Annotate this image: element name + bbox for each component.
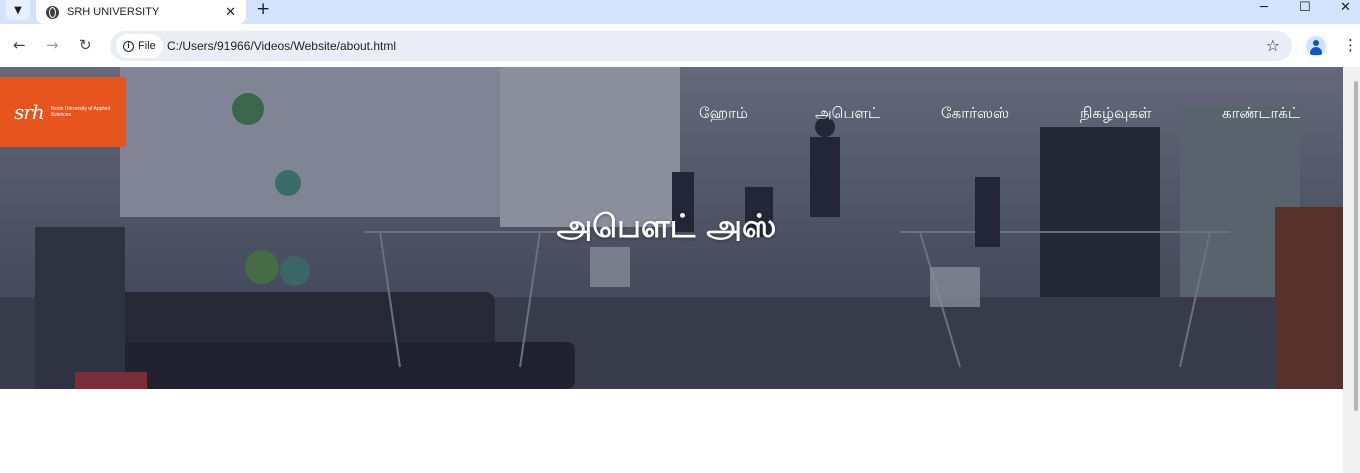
tab-title: SRH UNIVERSITY [67, 6, 160, 18]
page-scrollbar[interactable] [1343, 67, 1360, 473]
nav-link-home[interactable]: ஹோம் [699, 104, 748, 124]
chevron-down-icon: ▼ [14, 4, 22, 16]
minimize-button[interactable]: ─ [1260, 0, 1268, 18]
browser-tab-strip: ▼ SRH UNIVERSITY ✕ + ─ ☐ ✕ [0, 0, 1360, 24]
browser-menu-icon[interactable]: ⋮ [1343, 35, 1358, 55]
logo-subtitle: Berlin University of Applied Sciences [50, 106, 111, 118]
info-icon: i [123, 40, 134, 52]
nav-link-courses[interactable]: கோர்ஸஸ் [941, 104, 1009, 124]
back-button[interactable]: ← [13, 35, 26, 55]
forward-button[interactable]: → [46, 35, 59, 55]
srh-logo[interactable]: srh Berlin University of Applied Science… [0, 77, 126, 147]
nav-link-about[interactable]: அபௌட் [815, 104, 880, 124]
tab-close-icon[interactable]: ✕ [225, 6, 236, 19]
page-title: அபௌட் அஸ் [556, 207, 777, 245]
site-info-chip[interactable]: i File [116, 34, 163, 58]
maximize-button[interactable]: ☐ [1299, 0, 1311, 18]
hero-banner: srh Berlin University of Applied Science… [0, 67, 1343, 389]
scrollbar-thumb[interactable] [1354, 81, 1358, 411]
address-bar[interactable]: i File C:/Users/91966/Videos/Website/abo… [110, 31, 1292, 61]
url-text[interactable]: C:/Users/91966/Videos/Website/about.html [167, 39, 396, 53]
globe-icon [46, 5, 59, 19]
page-viewport: srh Berlin University of Applied Science… [0, 67, 1360, 473]
profile-avatar[interactable] [1306, 36, 1326, 56]
new-tab-button[interactable]: + [256, 0, 270, 20]
tab-search-button[interactable]: ▼ [6, 0, 30, 20]
nav-link-events[interactable]: நிகழ்வுகள் [1080, 104, 1152, 124]
logo-mark: srh [14, 100, 45, 124]
browser-tab[interactable]: SRH UNIVERSITY ✕ [36, 0, 246, 24]
reload-button[interactable]: ↻ [79, 35, 92, 55]
person-icon [1313, 40, 1319, 46]
security-chip-label: File [138, 40, 156, 52]
browser-toolbar: ← → ↻ i File C:/Users/91966/Videos/Websi… [0, 24, 1360, 67]
close-window-button[interactable]: ✕ [1340, 0, 1351, 18]
bookmark-star-icon[interactable]: ☆ [1266, 36, 1280, 55]
nav-link-contact[interactable]: காண்டாக்ட் [1222, 104, 1300, 124]
